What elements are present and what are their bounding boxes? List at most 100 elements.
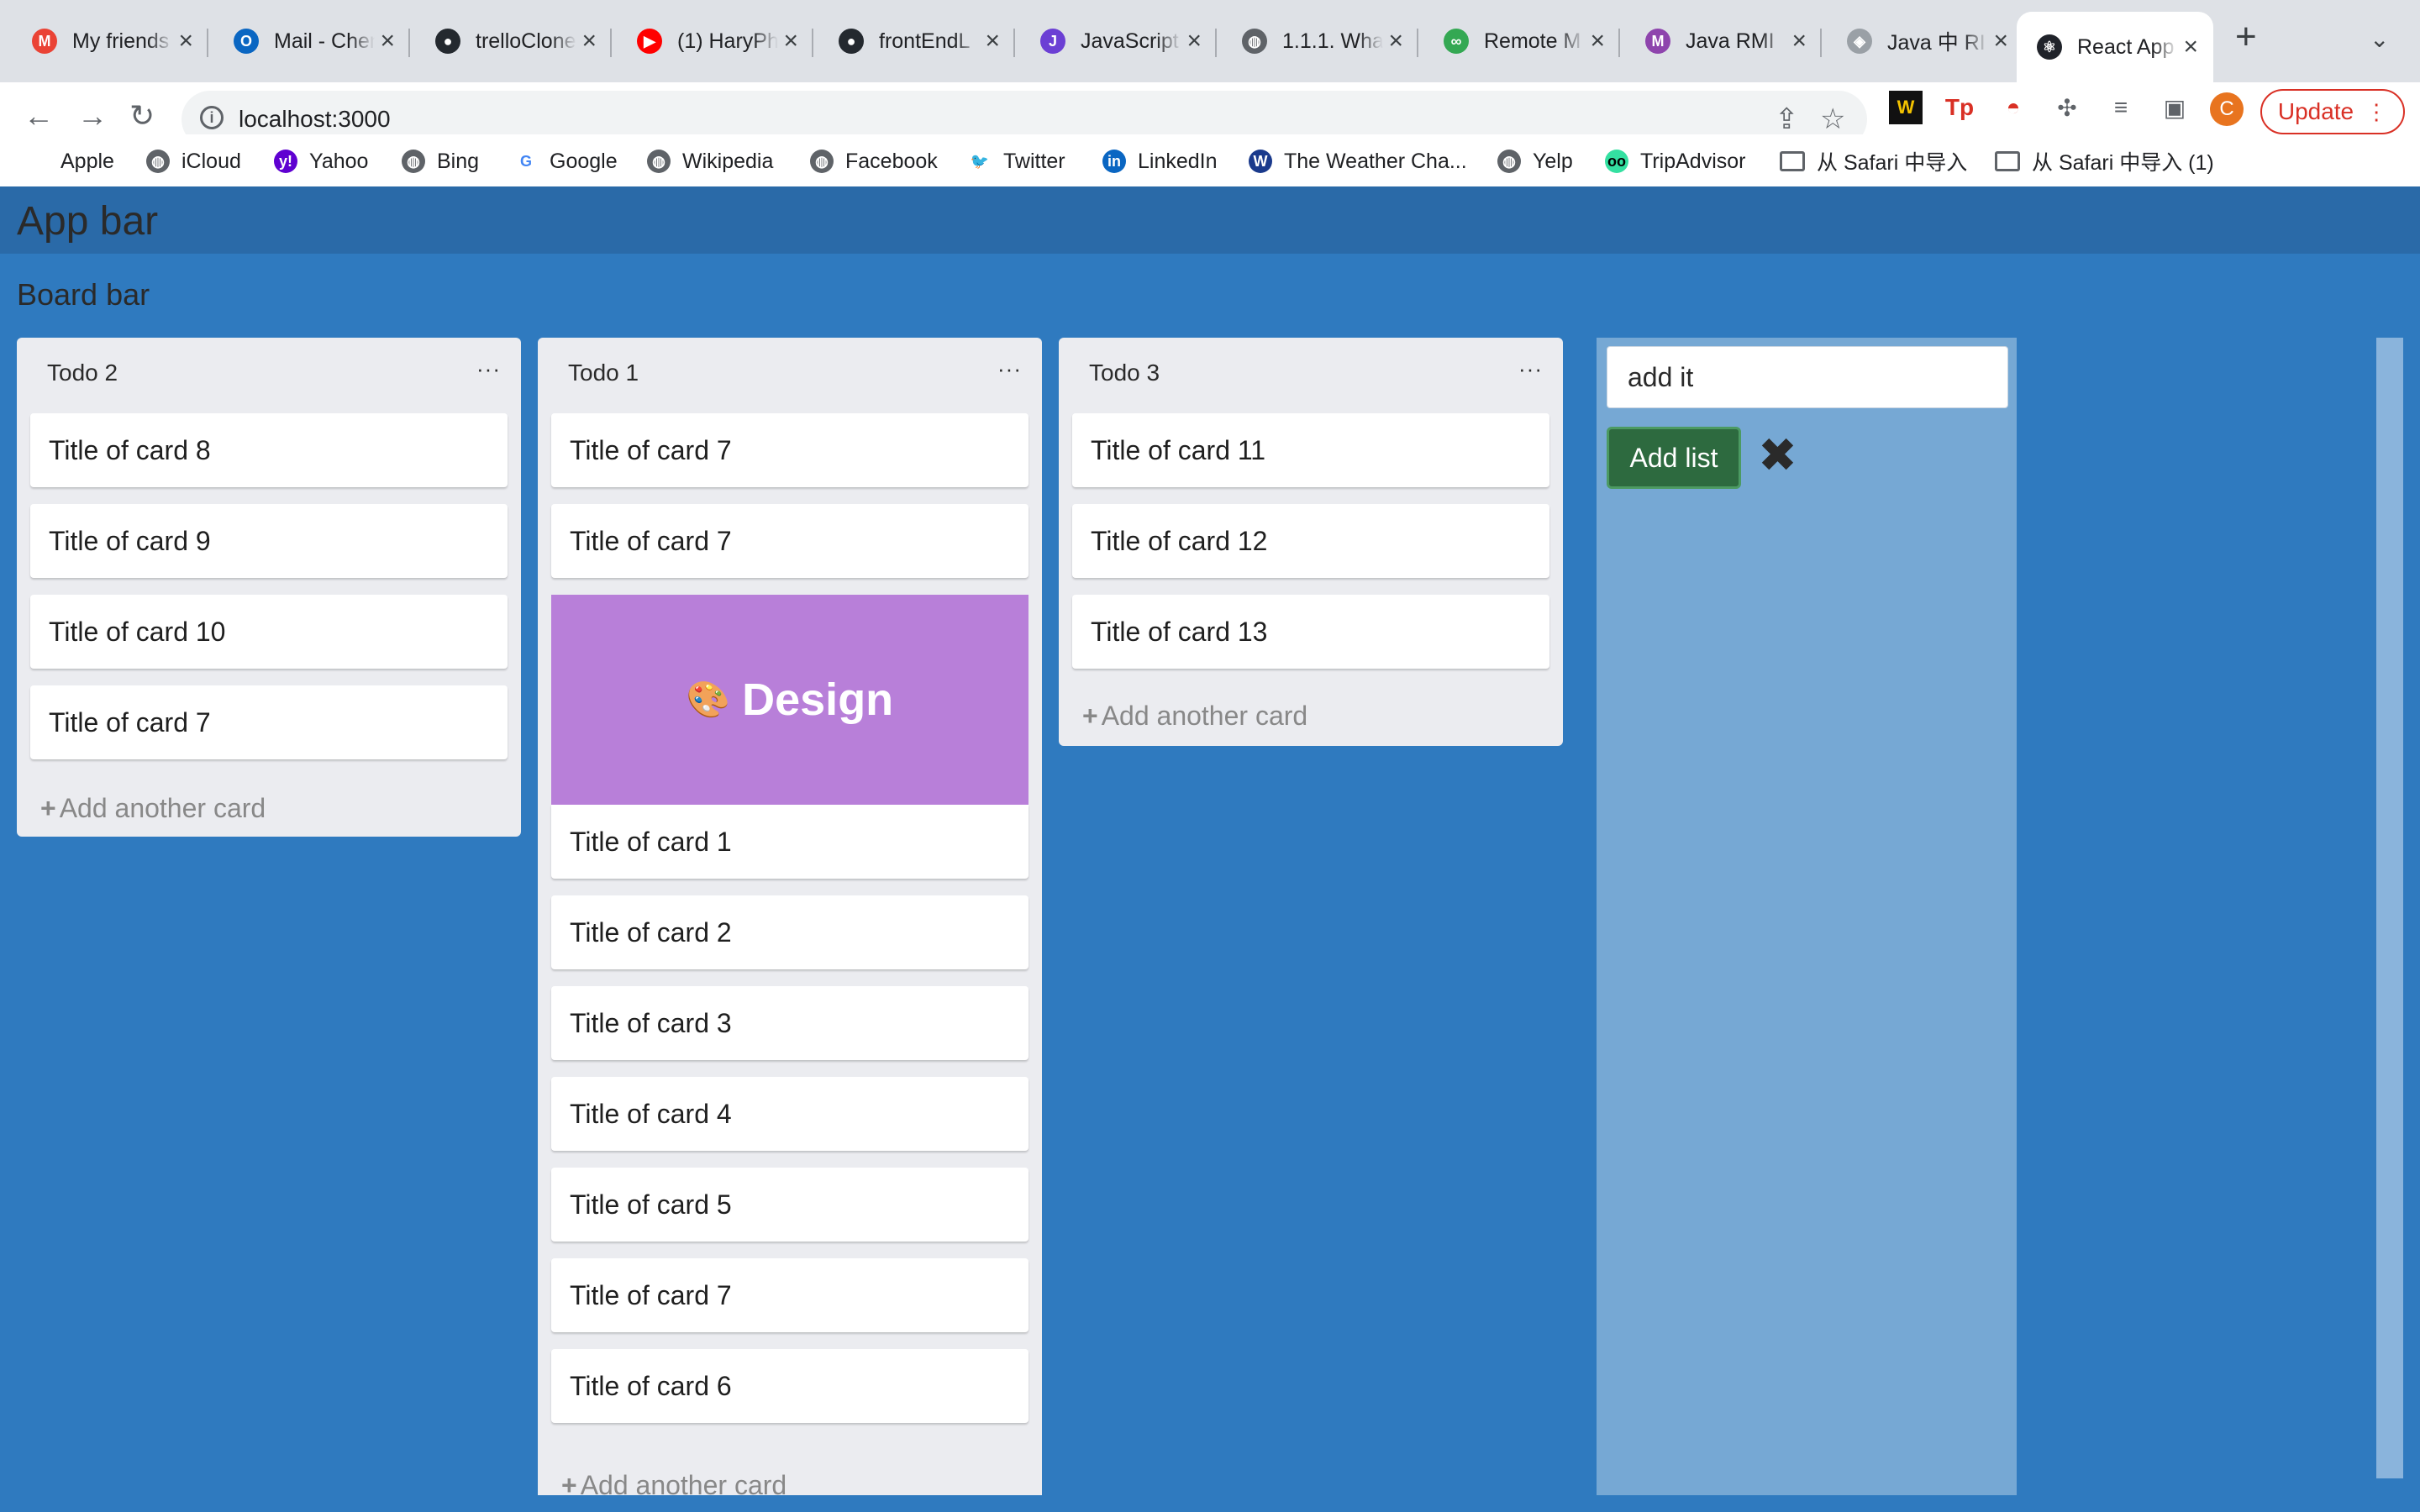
list-menu-icon[interactable]: ··· <box>476 356 501 382</box>
browser-tab[interactable]: J JavaScript × <box>1020 12 1217 71</box>
add-another-card-button[interactable]: + Add another card <box>40 793 266 824</box>
card[interactable]: Title of card 7 <box>551 413 1028 487</box>
bookmark-item[interactable]: oo TripAdvisor <box>1605 146 1746 176</box>
tab-title: My friends <box>72 29 170 53</box>
back-arrow-icon[interactable]: ← <box>24 101 54 131</box>
tab-close-icon[interactable]: × <box>1791 29 1807 54</box>
tab-separator <box>812 29 813 57</box>
bookmark-item[interactable]: W The Weather Cha... <box>1249 146 1467 176</box>
list-menu-icon[interactable]: ··· <box>1518 356 1543 382</box>
apple-icon <box>25 150 49 173</box>
url-text[interactable]: localhost:3000 <box>239 106 391 133</box>
tab-search-chevron-icon[interactable]: ⌄ <box>2370 25 2389 53</box>
card[interactable]: Title of card 11 <box>1072 413 1549 487</box>
bookmark-item[interactable]: G Google <box>514 146 618 176</box>
browser-tab[interactable]: M Java RMI × <box>1625 12 1822 71</box>
new-tab-icon[interactable]: + <box>2235 18 2257 55</box>
tab-close-icon[interactable]: × <box>1388 29 1403 54</box>
tab-separator <box>1820 29 1822 57</box>
card[interactable]: Title of card 4 <box>551 1077 1028 1151</box>
bookmark-item[interactable]: Apple <box>25 146 114 176</box>
tab-title: React App <box>2077 34 2175 59</box>
card[interactable]: Title of card 9 <box>30 504 508 578</box>
tab-close-icon[interactable]: × <box>178 29 193 54</box>
tab-close-icon[interactable]: × <box>2183 34 2198 60</box>
extension-tp-icon[interactable]: Tp <box>1943 91 1976 124</box>
card[interactable]: Title of card 12 <box>1072 504 1549 578</box>
horizontal-board-scrollbar[interactable] <box>2376 338 2403 1478</box>
tab-close-icon[interactable]: × <box>380 29 395 54</box>
media-control-icon[interactable]: ≡ <box>2104 91 2138 124</box>
bookmark-item[interactable]: 从 Safari 中导入 <box>1780 146 1967 176</box>
card[interactable]: Title of card 7 <box>551 1258 1028 1332</box>
bookmark-item[interactable]: 🐦 Twitter <box>968 146 1065 176</box>
browser-tab[interactable]: ▶ (1) HaryPh × <box>617 12 813 71</box>
update-button[interactable]: Update ⋮ <box>2260 89 2405 134</box>
new-list-title-input[interactable] <box>1607 346 2008 408</box>
bookmark-item[interactable]: 从 Safari 中导入 (1) <box>1995 146 2214 176</box>
browser-tab[interactable]: ∞ Remote M × <box>1423 12 1620 71</box>
bookmark-label: LinkedIn <box>1138 149 1218 173</box>
extension-w-icon[interactable]: W <box>1889 91 1923 124</box>
card[interactable]: Title of card 13 <box>1072 595 1549 669</box>
reload-icon[interactable]: ↻ <box>129 101 155 131</box>
bookmark-item[interactable]: y! Yahoo <box>274 146 368 176</box>
kebab-menu-icon[interactable]: ⋮ <box>2365 99 2387 125</box>
tab-close-icon[interactable]: × <box>1186 29 1202 54</box>
google-icon: G <box>519 152 532 170</box>
browser-tab[interactable]: ● trelloClone × <box>415 12 612 71</box>
app-bar-title: App bar <box>17 199 159 244</box>
bookmark-star-icon[interactable]: ☆ <box>1820 102 1845 136</box>
list-menu-icon[interactable]: ··· <box>997 356 1022 382</box>
card[interactable]: Title of card 2 <box>551 895 1028 969</box>
bookmark-item[interactable]: ◍ Bing <box>402 146 479 176</box>
browser-tab-strip: M My friends × O Mail - Chen × ● trelloClone × ▶(… <box>0 0 2420 82</box>
add-another-card-button[interactable]: + Add another card <box>1082 701 1307 732</box>
bookmarks-bar: Apple ◍ iCloud y! Yahoo ◍ Bing G Google ◍ Wikipedi… <box>0 134 2420 187</box>
list-title[interactable]: Todo 3 <box>1089 360 1160 386</box>
design-cover-image[interactable]: 🎨 Design <box>551 595 1028 805</box>
bookmark-item[interactable]: in LinkedIn <box>1102 146 1218 176</box>
card[interactable]: Title of card 10 <box>30 595 508 669</box>
browser-tab[interactable]: O Mail - Chen × <box>213 12 410 71</box>
tab-close-icon[interactable]: × <box>581 29 597 54</box>
extensions-puzzle-icon[interactable]: ✣ <box>2050 91 2084 124</box>
browser-tab[interactable]: ⚛ React App × <box>2017 12 2213 82</box>
card[interactable]: Title of card 6 <box>551 1349 1028 1423</box>
card[interactable]: Title of card 8 <box>30 413 508 487</box>
remote-icon: ∞ <box>1444 29 1469 54</box>
browser-tab[interactable]: ◍ 1.1.1. What × <box>1222 12 1418 71</box>
bookmark-item[interactable]: ◍ iCloud <box>146 146 241 176</box>
site-info-icon[interactable]: i <box>200 106 224 129</box>
extension-pokeball-icon[interactable]: ◓ <box>1996 91 2030 124</box>
tab-close-icon[interactable]: × <box>783 29 798 54</box>
card[interactable]: Title of card 1 <box>551 805 1028 879</box>
globe-icon: ◍ <box>810 150 834 173</box>
tab-close-icon[interactable]: × <box>985 29 1000 54</box>
share-icon[interactable]: ⇪ <box>1775 102 1799 136</box>
card-title: Title of card 8 <box>49 435 211 465</box>
side-panel-icon[interactable]: ▣ <box>2158 91 2191 124</box>
bookmark-label: Facebook <box>845 149 938 173</box>
add-list-button[interactable]: Add list <box>1607 427 1741 489</box>
list-title[interactable]: Todo 2 <box>47 360 118 386</box>
profile-avatar[interactable]: C <box>2210 92 2244 126</box>
card[interactable]: Title of card 3 <box>551 986 1028 1060</box>
forward-arrow-icon[interactable]: → <box>77 101 108 131</box>
card[interactable]: Title of card 7 <box>30 685 508 759</box>
bookmark-item[interactable]: ◍ Facebook <box>810 146 938 176</box>
browser-tab[interactable]: ● frontEndL × <box>818 12 1015 71</box>
card[interactable]: Title of card 5 <box>551 1168 1028 1242</box>
bookmark-label: The Weather Cha... <box>1284 149 1467 173</box>
list-title[interactable]: Todo 1 <box>568 360 639 386</box>
card[interactable]: Title of card 7 <box>551 504 1028 578</box>
bookmark-item[interactable]: ◍ Yelp <box>1497 146 1573 176</box>
bookmark-item[interactable]: ◍ Wikipedia <box>647 146 773 176</box>
add-another-card-button[interactable]: + Add another card <box>561 1470 786 1495</box>
tab-close-icon[interactable]: × <box>1993 29 2008 54</box>
browser-tab[interactable]: M My friends × <box>12 12 208 71</box>
browser-tab[interactable]: ◈ Java 中 RI × <box>1827 12 2023 71</box>
close-icon[interactable]: ✖ <box>1758 432 1797 479</box>
tab-close-icon[interactable]: × <box>1590 29 1605 54</box>
bookmark-label: iCloud <box>182 149 241 173</box>
